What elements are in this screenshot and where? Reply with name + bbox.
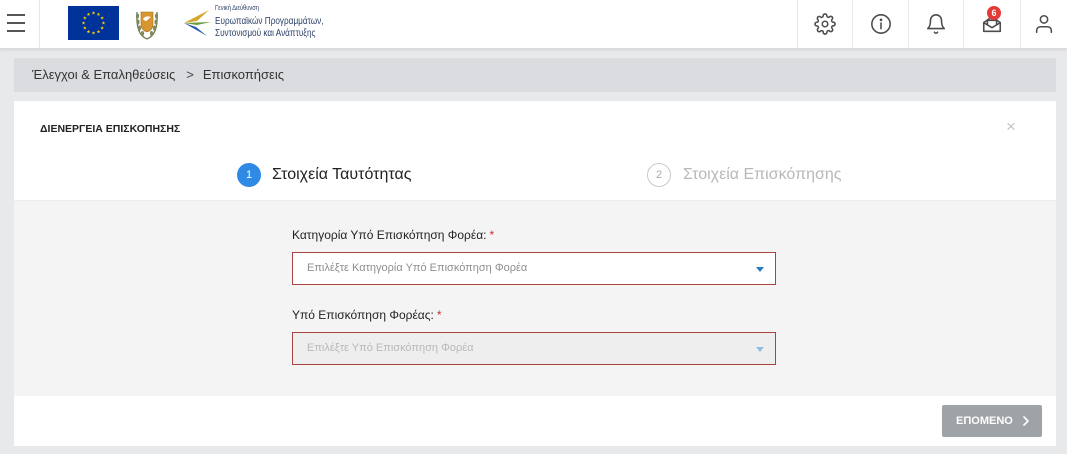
breadcrumb-item-current: Επισκοπήσεις <box>202 67 285 82</box>
category-select[interactable]: Επιλέξτε Κατηγορία Υπό Επισκόπηση Φορέα <box>292 252 776 285</box>
hamburger-icon <box>7 14 25 32</box>
messages-button[interactable]: 6 <box>963 0 1020 48</box>
category-select-placeholder: Επιλέξτε Κατηγορία Υπό Επισκόπηση Φορέα <box>307 262 528 274</box>
notifications-button[interactable] <box>908 0 963 48</box>
user-menu-button[interactable] <box>1020 0 1067 48</box>
org-logo: Γενική Διεύθυνση Ευρωπαϊκών Προγραμμάτων… <box>183 4 343 44</box>
next-button[interactable]: ΕΠΟΜΕΝΟ <box>942 405 1042 437</box>
arrow-logo-icon <box>184 10 211 36</box>
category-field-label: Κατηγορία Υπό Επισκόπηση Φορέα: * <box>292 227 494 243</box>
user-icon <box>1035 14 1053 34</box>
category-label-text: Κατηγορία Υπό Επισκόπηση Φορέα: <box>292 228 487 242</box>
caret-down-icon <box>756 347 764 352</box>
org-logo-line: Συντονισμού και Ανάπτυξης <box>215 28 316 39</box>
card-title: ΔΙΕΝΕΡΓΕΙΑ ΕΠΙΣΚΟΠΗΣΗΣ <box>40 123 181 135</box>
chevron-right-icon <box>1023 416 1029 426</box>
notification-badge: 6 <box>987 6 1001 20</box>
wizard-card: ΔΙΕΝΕΡΓΕΙΑ ΕΠΙΣΚΟΠΗΣΗΣ × 1 Στοιχεία Ταυτ… <box>14 101 1056 446</box>
entity-field-label: Υπό Επισκόπηση Φορέας: * <box>292 307 442 323</box>
info-button[interactable] <box>852 0 908 48</box>
step-1-number: 1 <box>237 163 261 187</box>
entity-select[interactable]: Επιλέξτε Υπό Επισκόπηση Φορέα <box>292 332 776 365</box>
caret-down-icon <box>756 267 764 272</box>
next-button-label: ΕΠΟΜΕΝΟ <box>956 415 1013 427</box>
step-1-label: Στοιχεία Ταυτότητας <box>272 166 412 183</box>
eu-flag-logo <box>68 6 119 40</box>
entity-select-placeholder: Επιλέξτε Υπό Επισκόπηση Φορέα <box>307 342 474 354</box>
info-icon <box>870 14 891 34</box>
breadcrumb-separator: > <box>186 67 194 82</box>
top-header: Γενική Διεύθυνση Ευρωπαϊκών Προγραμμάτων… <box>0 0 1067 49</box>
cyprus-coat-of-arms-logo <box>135 11 159 40</box>
org-logo-line: Ευρωπαϊκών Προγραμμάτων, <box>215 16 324 27</box>
required-mark: * <box>489 228 495 242</box>
menu-button[interactable] <box>0 0 40 48</box>
gear-icon <box>814 13 836 35</box>
settings-button[interactable] <box>797 0 852 48</box>
step-2-number: 2 <box>647 163 671 187</box>
breadcrumb: Έλεγχοι & Επαληθεύσεις > Επισκοπήσεις <box>14 58 1056 92</box>
bell-icon <box>926 14 946 34</box>
org-logo-line: Γενική Διεύθυνση <box>215 5 259 12</box>
required-mark: * <box>436 308 442 322</box>
entity-label-text: Υπό Επισκόπηση Φορέας: <box>292 308 434 322</box>
breadcrumb-item-checks[interactable]: Έλεγχοι & Επαληθεύσεις <box>32 67 175 82</box>
form-panel: Κατηγορία Υπό Επισκόπηση Φορέα: * Επιλέξτ… <box>14 200 1056 396</box>
close-button[interactable]: × <box>1003 117 1019 137</box>
step-2-label: Στοιχεία Επισκόπησης <box>683 166 842 183</box>
